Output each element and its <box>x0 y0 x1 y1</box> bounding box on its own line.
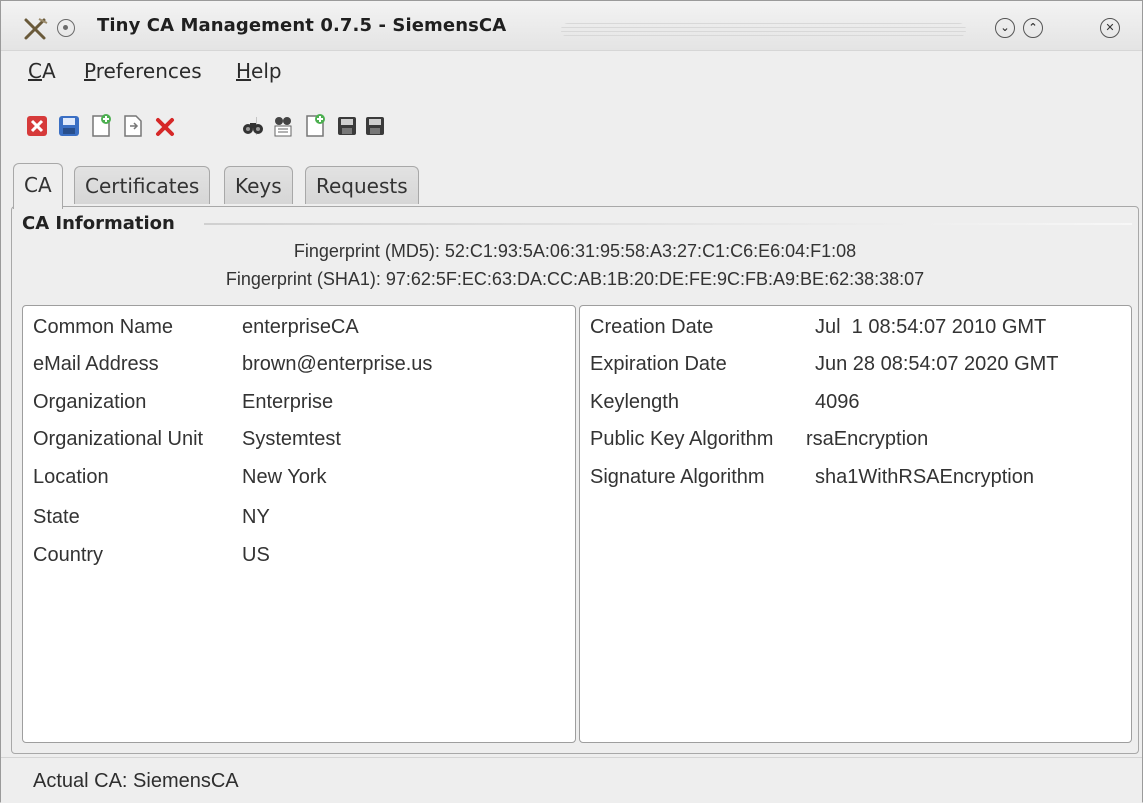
detail-label: Expiration Date <box>590 353 727 375</box>
new-document-icon[interactable] <box>89 113 113 139</box>
tab-ca[interactable]: CA <box>13 163 63 209</box>
tinyca-app-icon[interactable] <box>23 17 49 41</box>
export-disk-alt-icon[interactable] <box>363 113 387 139</box>
menu-help[interactable]: Help <box>236 59 282 83</box>
new-request-icon[interactable] <box>303 113 327 139</box>
subject-value: New York <box>242 466 327 488</box>
subject-label: Organization <box>33 391 147 413</box>
subject-label: Country <box>33 544 104 566</box>
menu-help-label: elp <box>251 59 282 83</box>
subject-label: Location <box>33 466 109 488</box>
menu-ca-label: A <box>41 59 56 83</box>
subject-value: Enterprise <box>242 391 334 413</box>
subject-label: eMail Address <box>33 353 159 375</box>
exit-icon[interactable] <box>25 113 49 139</box>
title-bar-decoration <box>561 23 966 37</box>
export-disk-icon[interactable] <box>335 113 359 139</box>
detail-value: sha1WithRSAEncryption <box>815 466 1034 488</box>
binoculars-icon[interactable] <box>241 113 265 139</box>
menu-preferences[interactable]: Preferences <box>84 59 202 83</box>
menu-help-mnemonic: H <box>236 59 252 83</box>
import-document-icon[interactable] <box>121 113 145 139</box>
menu-bar: CA Preferences Help <box>1 51 1142 91</box>
chevron-down-icon: ⌄ <box>1000 21 1010 34</box>
ca-panel: CA Information Fingerprint (MD5): 52:C1:… <box>11 206 1139 754</box>
view-details-icon[interactable] <box>271 113 295 139</box>
key-info-box: Creation Date Jul 1 08:54:07 2010 GMT Ex… <box>579 305 1132 743</box>
title-bar[interactable]: Tiny CA Management 0.7.5 - SiemensCA ⌄ ⌃… <box>1 1 1142 51</box>
chevron-up-icon: ⌃ <box>1028 21 1038 34</box>
toolbar <box>1 105 1142 145</box>
menu-ca[interactable]: CA <box>28 59 56 83</box>
fingerprint-sha1: Fingerprint (SHA1): 97:62:5F:EC:63:DA:CC… <box>225 269 925 289</box>
close-button[interactable]: ✕ <box>1100 18 1120 38</box>
detail-value: Jul 1 08:54:07 2010 GMT <box>815 316 1047 338</box>
subject-value: US <box>242 544 270 566</box>
tab-certificates[interactable]: Certificates <box>74 166 211 204</box>
subject-value: enterpriseCA <box>242 316 359 338</box>
detail-label: Creation Date <box>590 316 714 338</box>
detail-label: Keylength <box>590 391 679 413</box>
subject-label: State <box>33 506 80 528</box>
close-icon: ✕ <box>1105 21 1115 34</box>
heading-divider <box>204 223 1132 225</box>
status-bar: Actual CA: SiemensCA <box>1 757 1142 803</box>
subject-value: Systemtest <box>242 428 341 450</box>
minimize-button[interactable]: ⌄ <box>995 18 1015 38</box>
tab-requests[interactable]: Requests <box>305 166 419 204</box>
subject-label: Organizational Unit <box>33 428 204 450</box>
status-text: Actual CA: SiemensCA <box>33 770 239 792</box>
ca-information-heading: CA Information <box>22 213 175 234</box>
detail-value: Jun 28 08:54:07 2020 GMT <box>815 353 1059 375</box>
tinyca-window: Tiny CA Management 0.7.5 - SiemensCA ⌄ ⌃… <box>0 0 1143 803</box>
menu-preferences-label: references <box>95 59 202 83</box>
subject-info-box: Common Name enterpriseCA eMail Address b… <box>22 305 576 743</box>
menu-preferences-mnemonic: P <box>84 59 96 83</box>
window-title: Tiny CA Management 0.7.5 - SiemensCA <box>97 15 507 36</box>
detail-value: rsaEncryption <box>806 428 929 450</box>
fingerprint-md5: Fingerprint (MD5): 52:C1:93:5A:06:31:95:… <box>293 241 857 261</box>
save-icon[interactable] <box>57 113 81 139</box>
maximize-button[interactable]: ⌃ <box>1023 18 1043 38</box>
detail-label: Signature Algorithm <box>590 466 765 488</box>
detail-label: Public Key Algorithm <box>590 428 774 450</box>
subject-value: NY <box>242 506 270 528</box>
delete-icon[interactable] <box>153 113 177 139</box>
detail-value: 4096 <box>815 391 860 413</box>
tab-keys[interactable]: Keys <box>224 166 293 204</box>
subject-label: Common Name <box>33 316 174 338</box>
menu-ca-mnemonic: C <box>28 59 42 83</box>
tab-bar: CA Certificates Keys Requests <box>1 163 1142 209</box>
subject-value: brown@enterprise.us <box>242 353 433 375</box>
window-menu-icon[interactable] <box>57 19 75 37</box>
